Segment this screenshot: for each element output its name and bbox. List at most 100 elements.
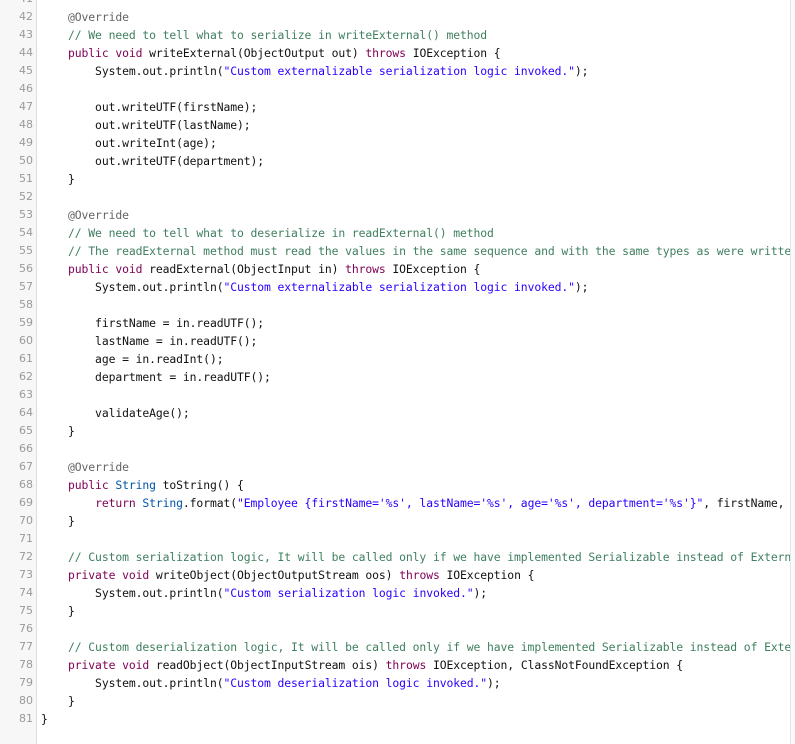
code-line: 73 private void writeObject(ObjectOutput…	[0, 566, 795, 584]
code-line: 61 age = in.readInt();	[0, 350, 795, 368]
code-viewer: 4142 @Override43 // We need to tell what…	[0, 0, 795, 744]
code-token-plain: System.out.println(	[41, 676, 224, 690]
code-text: // We need to tell what to deserialize i…	[41, 224, 494, 242]
line-number: 66	[19, 442, 33, 455]
code-token-comment: // We need to tell what to serialize in …	[68, 28, 488, 42]
line-number: 56	[19, 262, 33, 275]
code-text: System.out.println("Custom externalizabl…	[41, 62, 588, 80]
code-line: 70 }	[0, 512, 795, 530]
code-line: 65 }	[0, 422, 795, 440]
code-token-keyword: void	[122, 658, 150, 672]
code-token-plain: writeExternal(ObjectOutput out)	[142, 46, 366, 60]
code-text: }	[41, 602, 75, 620]
code-line: 45 System.out.println("Custom externaliz…	[0, 62, 795, 80]
code-text: }	[41, 512, 75, 530]
code-token-string: "Custom deserialization logic invoked."	[223, 676, 488, 690]
code-token-comment: // We need to tell what to deserialize i…	[68, 226, 494, 240]
code-text: return String.format("Employee {firstNam…	[41, 494, 795, 512]
code-token-plain: System.out.println(	[41, 586, 224, 600]
code-token-plain: IOException, ClassNotFoundException {	[426, 658, 684, 672]
line-number: 44	[19, 46, 33, 59]
code-text: out.writeUTF(department);	[41, 152, 264, 170]
code-token-annotation: @Override	[68, 10, 129, 24]
code-line: 66	[0, 440, 795, 458]
code-token-keyword: public	[68, 262, 109, 276]
code-token-plain: IOException {	[405, 46, 501, 60]
code-line: 41	[0, 0, 795, 8]
code-line: 57 System.out.println("Custom externaliz…	[0, 278, 795, 296]
code-line: 76	[0, 620, 795, 638]
line-number: 69	[19, 496, 33, 509]
code-line: 67 @Override	[0, 458, 795, 476]
code-token-annotation: @Override	[68, 208, 129, 222]
code-token-plain: .format(	[182, 496, 237, 510]
code-text: System.out.println("Custom deserializati…	[41, 674, 501, 692]
code-line: 75 }	[0, 602, 795, 620]
code-line: 80 }	[0, 692, 795, 710]
code-token-plain: );	[487, 676, 501, 690]
code-token-comment: // Custom deserialization logic, It will…	[68, 640, 795, 654]
code-token-keyword: private	[68, 658, 116, 672]
line-number: 81	[19, 712, 33, 725]
code-token-plain: System.out.println(	[41, 280, 224, 294]
code-text: private void writeObject(ObjectOutputStr…	[41, 566, 534, 584]
code-token-comment: // The readExternal method must read the…	[68, 244, 795, 258]
code-token-plain: );	[473, 586, 488, 600]
code-text: }	[41, 170, 75, 188]
code-text: }	[41, 710, 48, 728]
vertical-scrollbar-edge[interactable]	[790, 0, 795, 744]
code-line: 78 private void readObject(ObjectInputSt…	[0, 656, 795, 674]
code-text: }	[41, 422, 75, 440]
line-number: 49	[19, 136, 33, 149]
code-token-keyword: throws	[365, 46, 406, 60]
line-number: 62	[19, 370, 33, 383]
code-token-keyword: void	[115, 262, 143, 276]
code-text: private void readObject(ObjectInputStrea…	[41, 656, 683, 674]
code-token-plain: );	[574, 280, 589, 294]
line-number: 63	[19, 388, 33, 401]
code-token-keyword: private	[68, 568, 116, 582]
code-area: 4142 @Override43 // We need to tell what…	[0, 0, 795, 728]
code-token-type: String	[115, 478, 156, 492]
code-token-plain: toString() {	[155, 478, 244, 492]
code-line: 44 public void writeExternal(ObjectOutpu…	[0, 44, 795, 62]
code-token-plain: readObject(ObjectInputStream ois)	[149, 658, 386, 672]
line-number: 57	[19, 280, 33, 293]
code-token-plain: , firstName, lastN	[703, 496, 795, 510]
line-number: 41	[0, 0, 33, 8]
code-text: // Custom serialization logic, It will b…	[41, 548, 795, 566]
code-token-plain: }	[41, 694, 75, 708]
line-number: 52	[19, 190, 33, 203]
code-text: public String toString() {	[41, 476, 244, 494]
code-token-plain: out.writeUTF(firstName);	[41, 100, 258, 114]
code-line: 60 lastName = in.readUTF();	[0, 332, 795, 350]
code-line: 74 System.out.println("Custom serializat…	[0, 584, 795, 602]
line-number: 78	[19, 658, 33, 671]
line-number: 50	[19, 154, 33, 167]
code-token-string: "Employee {firstName='%s', lastName='%s'…	[236, 496, 704, 510]
code-line: 71	[0, 530, 795, 548]
line-number: 45	[19, 64, 33, 77]
line-number: 67	[19, 460, 33, 473]
code-text: out.writeInt(age);	[41, 134, 217, 152]
code-token-plain: readExternal(ObjectInput in)	[142, 262, 346, 276]
code-line: 47 out.writeUTF(firstName);	[0, 98, 795, 116]
code-token-comment: // Custom serialization logic, It will b…	[68, 550, 795, 564]
code-token-keyword: public	[68, 46, 109, 60]
code-token-keyword: void	[122, 568, 150, 582]
line-number: 51	[19, 172, 33, 185]
line-number: 53	[19, 208, 33, 221]
line-number: 73	[19, 568, 33, 581]
code-token-plain: IOException {	[439, 568, 535, 582]
code-token-keyword: throws	[345, 262, 386, 276]
code-line: 49 out.writeInt(age);	[0, 134, 795, 152]
line-number: 58	[19, 298, 33, 311]
line-number: 68	[19, 478, 33, 491]
